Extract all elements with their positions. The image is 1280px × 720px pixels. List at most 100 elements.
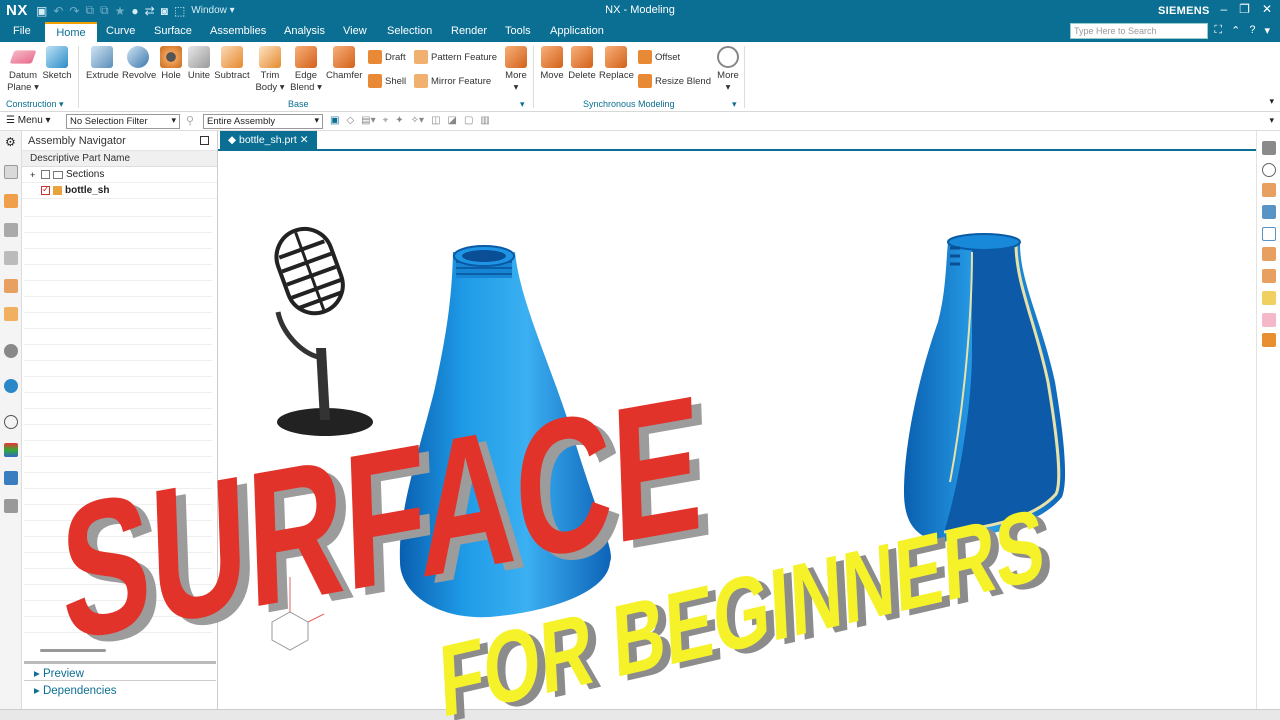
filter-icon[interactable]: ⚲ [186, 114, 194, 127]
camera-icon[interactable]: ◙ [161, 4, 168, 18]
ribbon-expand-icon[interactable]: ▾ [1269, 96, 1274, 107]
cube-icon[interactable]: ◫ [431, 115, 440, 126]
measure-icon[interactable] [1262, 227, 1276, 241]
draft-button[interactable]: Draft [368, 50, 406, 64]
restore-icon[interactable]: ❐ [1239, 2, 1250, 16]
save-icon[interactable]: ▣ [36, 4, 47, 18]
base-more-button[interactable]: More ▾ [502, 46, 530, 94]
history-icon[interactable] [4, 415, 18, 429]
window-menu[interactable]: Window ▾ [191, 5, 234, 16]
star-icon[interactable]: ★ [115, 4, 126, 18]
shaded-view-icon[interactable] [1262, 141, 1276, 155]
layer-icon[interactable]: ◪ [448, 115, 457, 126]
sketch-button[interactable]: Sketch [42, 46, 72, 82]
tab-render[interactable]: Render [451, 25, 487, 37]
search-input[interactable]: Type Here to Search [1070, 23, 1208, 39]
ribbon-options-icon[interactable]: ▾ [1264, 24, 1270, 37]
tab-selection[interactable]: Selection [387, 25, 432, 37]
web-browser-icon[interactable] [4, 307, 18, 321]
mirror-feature-button[interactable]: Mirror Feature [414, 74, 491, 88]
selection-scope-select[interactable]: Entire Assembly [203, 114, 323, 129]
part-navigator-icon[interactable] [4, 223, 18, 237]
pattern-feature-button[interactable]: Pattern Feature [414, 50, 497, 64]
maximize-icon[interactable] [200, 136, 209, 145]
hole-button[interactable]: Hole [159, 46, 183, 82]
assembly-icon[interactable] [1262, 269, 1276, 283]
graphics-window[interactable] [220, 152, 1256, 704]
switch-window-icon[interactable]: ⬚ [174, 4, 185, 18]
bottle-section-model[interactable] [904, 233, 1066, 542]
orange-cube-icon[interactable] [1262, 183, 1276, 197]
tab-tools[interactable]: Tools [505, 25, 531, 37]
point-type-icon[interactable]: ✧▾ [411, 115, 424, 126]
tab-curve[interactable]: Curve [106, 25, 135, 37]
dependencies-panel[interactable]: ▸ Dependencies [24, 680, 216, 698]
select-feature-icon[interactable]: ▣ [330, 115, 339, 126]
reuse-library-icon[interactable] [4, 251, 18, 265]
tab-view[interactable]: View [343, 25, 367, 37]
help-icon[interactable]: ? [1249, 24, 1255, 37]
datum-plane-button[interactable]: Datum Plane ▾ [6, 46, 40, 94]
collapse-ribbon-icon[interactable]: ⌃ [1231, 24, 1240, 37]
tab-surface[interactable]: Surface [154, 25, 192, 37]
toolbar-options-icon[interactable]: ▾ [1269, 115, 1274, 126]
move-face-button[interactable]: Move [538, 46, 566, 82]
replace-face-button[interactable]: Replace [599, 46, 634, 82]
globe-icon[interactable] [4, 379, 18, 393]
palette-icon[interactable] [4, 443, 18, 457]
close-tab-icon[interactable]: ✕ [300, 134, 309, 146]
fullscreen-icon[interactable]: ⛶ [1214, 24, 1222, 37]
info-icon[interactable] [4, 344, 18, 358]
preview-panel[interactable]: ▸ Preview [24, 661, 216, 680]
bottle-model[interactable] [399, 245, 611, 618]
resize-blend-button[interactable]: Resize Blend [638, 74, 711, 88]
tab-assemblies[interactable]: Assemblies [210, 25, 266, 37]
datum-plane-icon[interactable] [1262, 313, 1276, 327]
redo-icon[interactable]: ↷ [69, 4, 79, 18]
orange-part-icon[interactable] [1262, 247, 1276, 261]
blue-cube-icon[interactable] [1262, 205, 1276, 219]
tab-bottle-prt[interactable]: ◆ bottle_sh.prt ✕ [220, 131, 317, 151]
shell-button[interactable]: Shell [368, 74, 406, 88]
column-header[interactable]: Descriptive Part Name [22, 151, 217, 167]
trim-body-button[interactable]: Trim Body ▾ [255, 46, 285, 94]
tab-home[interactable]: Home [45, 22, 97, 42]
subtract-button[interactable]: Subtract [214, 46, 250, 82]
group-base-expand-icon[interactable]: ▾ [520, 99, 525, 110]
horizontal-scrollbar[interactable] [40, 649, 106, 652]
close-icon[interactable]: ✕ [1262, 2, 1272, 16]
chart-icon[interactable] [1262, 291, 1276, 305]
revolve-button[interactable]: Revolve [122, 46, 156, 82]
undo-icon[interactable]: ↶ [53, 4, 63, 18]
offset-region-button[interactable]: Offset [638, 50, 680, 64]
hide-icon[interactable] [1262, 163, 1276, 177]
snap-icon[interactable]: ⌖ [383, 115, 389, 126]
extrude-button[interactable]: Extrude [86, 46, 119, 82]
group-sync-expand-icon[interactable]: ▾ [732, 99, 737, 110]
tree-row-sections[interactable]: + Sections [22, 167, 217, 183]
copy-icon[interactable]: ⧉ [85, 3, 94, 18]
chamfer-button[interactable]: Chamfer [326, 46, 362, 82]
settings-icon[interactable]: ⚙ [5, 135, 16, 149]
checkbox[interactable] [41, 170, 50, 179]
minimize-icon[interactable]: – [1220, 2, 1227, 16]
sync-more-button[interactable]: More ▾ [714, 46, 742, 94]
expand-icon[interactable]: + [30, 170, 38, 180]
assembly-navigator-icon[interactable] [4, 165, 18, 179]
select-body-icon[interactable]: ▤▾ [361, 115, 375, 126]
system-scene-icon[interactable] [4, 499, 18, 513]
checkbox-checked[interactable]: ✓ [41, 184, 50, 195]
tab-file[interactable]: File [13, 25, 31, 37]
edge-blend-button[interactable]: Edge Blend ▾ [290, 46, 322, 94]
selection-filter-select[interactable]: No Selection Filter [66, 114, 180, 129]
select-face-icon[interactable]: ◇ [346, 115, 354, 126]
tab-application[interactable]: Application [550, 25, 604, 37]
menu-button[interactable]: ☰ Menu ▾ [6, 115, 51, 126]
mic-icon[interactable]: ● [131, 4, 138, 18]
sync-icon[interactable]: ⇄ [145, 4, 155, 18]
constraint-navigator-icon[interactable] [4, 194, 18, 208]
tab-analysis[interactable]: Analysis [284, 25, 325, 37]
window-select-icon[interactable]: ▥ [480, 115, 489, 126]
delete-face-button[interactable]: Delete [568, 46, 596, 82]
hd3d-icon[interactable] [4, 279, 18, 293]
